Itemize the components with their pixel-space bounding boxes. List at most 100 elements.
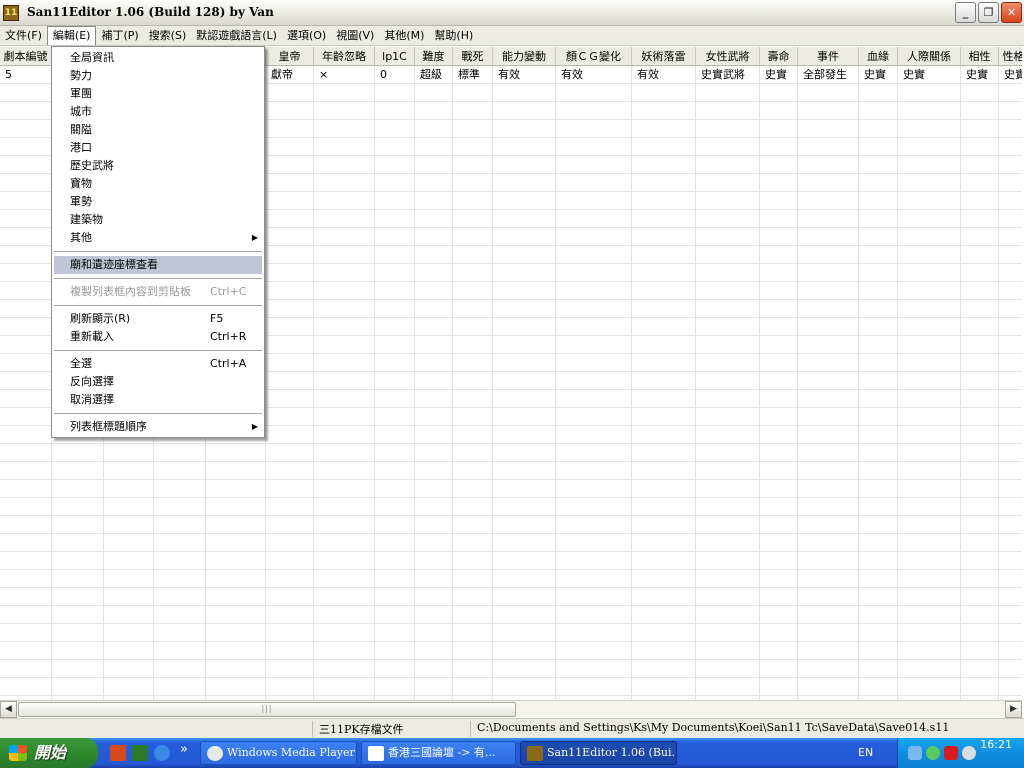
close-button[interactable]: ✕ (1001, 2, 1022, 23)
table-cell[interactable]: 史實武將 (696, 66, 760, 83)
table-cell[interactable]: 史實 (859, 66, 898, 83)
taskbar-button-browser[interactable]: 香港三國論壇 -> 有... (361, 741, 516, 765)
table-cell[interactable]: 獻帝 (266, 66, 314, 83)
taskbar-button-label: San11Editor 1.06 (Bui... (547, 746, 677, 759)
quicklaunch-ie-icon[interactable] (154, 745, 170, 761)
column-header-difficulty[interactable]: 難度 (415, 47, 453, 66)
menu-edit[interactable]: 編輯(E) (46, 26, 97, 45)
table-cell[interactable]: 5 (0, 66, 52, 83)
browser-icon (368, 746, 384, 761)
table-cell[interactable]: 有效 (556, 66, 632, 83)
menu-item-label: 港口 (70, 141, 92, 154)
column-gridline (452, 66, 453, 700)
start-button[interactable]: 開始 (0, 738, 98, 768)
table-cell[interactable]: 有效 (632, 66, 696, 83)
column-header-death[interactable]: 戰死 (453, 47, 493, 66)
column-header-relations[interactable]: 人際關係 (898, 47, 961, 66)
menu-view[interactable]: 視圖(V) (331, 26, 379, 45)
menu-item-other[interactable]: 其他 ▶ (54, 229, 262, 247)
taskbar-button-media-player[interactable]: Windows Media Player (200, 741, 357, 765)
table-cell[interactable]: 全部發生 (798, 66, 859, 83)
column-header-lp1c[interactable]: lp1C (375, 47, 415, 66)
menu-item-forces[interactable]: 勢力 (54, 67, 262, 85)
messenger-icon[interactable] (926, 746, 940, 760)
column-header-compatibility[interactable]: 相性 (961, 47, 999, 66)
column-gridline (313, 66, 314, 700)
menu-item-refresh-display[interactable]: 刷新顯示(R) F5 (54, 310, 262, 328)
menu-game-language[interactable]: 默認遊戲語言(L) (191, 26, 282, 45)
table-cell[interactable]: 史實 (760, 66, 798, 83)
column-gridline (897, 66, 898, 700)
scroll-left-arrow-icon[interactable]: ◀ (0, 701, 17, 718)
taskbar-button-san11editor[interactable]: San11Editor 1.06 (Bui... (520, 741, 677, 765)
language-indicator[interactable]: EN (858, 746, 873, 759)
column-header-personality[interactable]: 性格 (999, 47, 1023, 66)
column-header-age-ignore[interactable]: 年齡忽略 (314, 47, 375, 66)
menu-search[interactable]: 搜索(S) (144, 26, 192, 45)
column-header-portrait-change[interactable]: 顏ＣＧ變化 (556, 47, 632, 66)
menu-item-temple-ruins-coords[interactable]: 廟和遺迹座標查看 (54, 256, 262, 274)
minimize-button[interactable]: _ (955, 2, 976, 23)
menu-options[interactable]: 選項(O) (282, 26, 331, 45)
quicklaunch-chart-icon[interactable] (132, 745, 148, 761)
horizontal-scrollbar[interactable]: ◀ ||| ▶ (0, 700, 1022, 718)
table-cell[interactable]: 標準 (453, 66, 493, 83)
menu-help[interactable]: 幫助(H) (429, 26, 478, 45)
menu-patch[interactable]: 補丁(P) (96, 26, 143, 45)
table-cell[interactable]: 超級 (415, 66, 453, 83)
antivirus-icon[interactable] (944, 746, 958, 760)
table-cell[interactable]: × (314, 66, 375, 83)
column-header-lifespan[interactable]: 壽命 (760, 47, 798, 66)
menu-item-label: 廟和遺迹座標查看 (70, 258, 158, 271)
menu-item-ports[interactable]: 港口 (54, 139, 262, 157)
menu-item-label: 寶物 (70, 177, 92, 190)
table-cell[interactable]: 史實 (999, 66, 1022, 83)
quicklaunch-app-icon[interactable] (110, 745, 126, 761)
title-bar[interactable]: 11 San11Editor 1.06 (Build 128) by Van _… (0, 0, 1024, 26)
menu-item-buildings[interactable]: 建築物 (54, 211, 262, 229)
restore-button[interactable]: ❐ (978, 2, 999, 23)
menu-item-passes[interactable]: 關隘 (54, 121, 262, 139)
menu-item-shortcut: Ctrl+C (210, 285, 247, 298)
menu-item-cities[interactable]: 城市 (54, 103, 262, 121)
column-header-ability-change[interactable]: 能力變動 (493, 47, 556, 66)
menu-file[interactable]: 文件(F) (0, 26, 47, 45)
column-header-scenario-id[interactable]: 劇本編號 (0, 47, 52, 66)
menu-item-column-order[interactable]: 列表框標題順序 ▶ (54, 418, 262, 436)
menu-item-label: 軍團 (70, 87, 92, 100)
menu-item-deselect[interactable]: 取消選擇 (54, 391, 262, 409)
column-gridline (695, 66, 696, 700)
menu-item-treasures[interactable]: 寶物 (54, 175, 262, 193)
windows-logo-icon (9, 745, 27, 761)
clock[interactable]: 16:21 (980, 738, 1012, 751)
column-gridline (374, 66, 375, 700)
column-header-female-officers[interactable]: 女性武將 (696, 47, 760, 66)
table-cell[interactable]: 0 (375, 66, 415, 83)
menu-item-label: 重新載入 (70, 330, 114, 343)
menu-item-select-all[interactable]: 全選 Ctrl+A (54, 355, 262, 373)
menu-item-copy-to-clipboard[interactable]: 複製列表框內容到剪貼板 Ctrl+C (54, 283, 262, 301)
menu-separator (54, 305, 262, 307)
column-header-emperor[interactable]: 皇帝 (266, 47, 314, 66)
menu-item-reload[interactable]: 重新載入 Ctrl+R (54, 328, 262, 346)
table-cell[interactable]: 有效 (493, 66, 556, 83)
column-header-events[interactable]: 事件 (798, 47, 859, 66)
menu-item-armies[interactable]: 軍勢 (54, 193, 262, 211)
table-cell[interactable]: 史實 (898, 66, 961, 83)
menu-other[interactable]: 其他(M) (379, 26, 429, 45)
column-header-magic-lightning[interactable]: 妖術落雷 (632, 47, 696, 66)
volume-icon[interactable] (962, 746, 976, 760)
menu-item-corps[interactable]: 軍團 (54, 85, 262, 103)
menu-item-invert-selection[interactable]: 反向選擇 (54, 373, 262, 391)
scroll-thumb[interactable]: ||| (18, 702, 516, 717)
scroll-right-arrow-icon[interactable]: ▶ (1005, 701, 1022, 718)
quicklaunch-overflow-icon[interactable]: » (180, 742, 188, 757)
taskbar-button-label: Windows Media Player (227, 746, 355, 759)
table-cell[interactable]: 史實 (961, 66, 999, 83)
network-icon[interactable] (908, 746, 922, 760)
menu-item-historical-officers[interactable]: 歷史武將 (54, 157, 262, 175)
menu-item-global-info[interactable]: 全局資訊 (54, 49, 262, 67)
app-icon[interactable]: 11 (3, 5, 19, 21)
menu-separator (54, 278, 262, 280)
column-header-bloodline[interactable]: 血緣 (859, 47, 898, 66)
